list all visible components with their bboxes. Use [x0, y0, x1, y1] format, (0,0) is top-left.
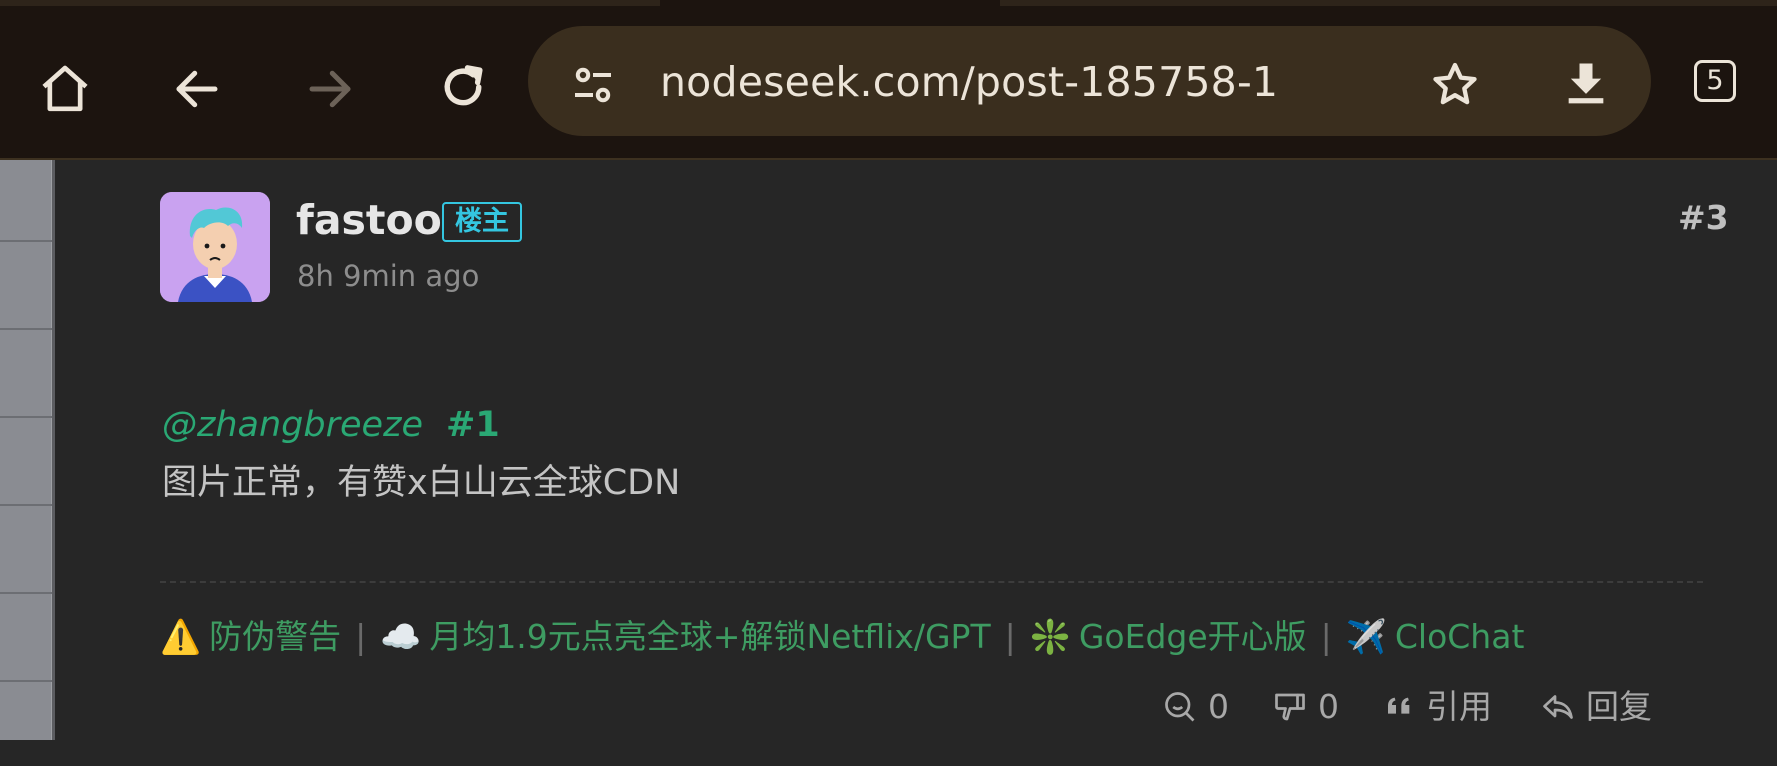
- like-button[interactable]: 0: [1162, 684, 1229, 730]
- post-time: 8h 9min ago: [297, 259, 480, 293]
- home-icon[interactable]: [34, 58, 96, 120]
- signature-separator: |: [355, 617, 367, 656]
- reload-icon[interactable]: [432, 56, 494, 118]
- download-icon[interactable]: [1555, 52, 1617, 114]
- signature-link-goedge[interactable]: GoEdge开心版: [1079, 614, 1307, 660]
- post-content: 图片正常，有赞x白山云全球CDN: [162, 463, 681, 503]
- back-icon[interactable]: [166, 58, 228, 120]
- quote-button[interactable]: 引用: [1384, 684, 1492, 730]
- signature-divider: [160, 581, 1703, 583]
- quote-label: 引用: [1426, 687, 1492, 726]
- quote-icon: [1388, 697, 1410, 714]
- tab-strip-edge: [0, 0, 660, 6]
- bookmark-star-icon[interactable]: [1424, 54, 1486, 116]
- signature-bar: ⚠️ 防伪警告 | ☁️ 月均1.9元点亮全球+解锁Netflix/GPT | …: [160, 614, 1524, 660]
- mention-floor-link[interactable]: #1: [446, 402, 500, 448]
- dislike-button[interactable]: 0: [1272, 684, 1339, 730]
- forward-icon[interactable]: [299, 58, 361, 120]
- url-text[interactable]: nodeseek.com/post-185758-1: [660, 54, 1278, 110]
- sparkle-icon: ❇️: [1029, 617, 1071, 656]
- post-author[interactable]: fastoo: [296, 192, 442, 248]
- avatar[interactable]: [160, 192, 270, 302]
- dislike-icon: [1275, 693, 1305, 721]
- floor-number[interactable]: #3: [1678, 198, 1729, 238]
- op-badge: 楼主: [442, 202, 522, 242]
- warning-icon: ⚠️: [160, 617, 202, 656]
- signature-link-clochat[interactable]: CloChat: [1395, 614, 1525, 660]
- like-icon: [1165, 692, 1195, 722]
- dislike-count: 0: [1318, 687, 1339, 726]
- tab-count-icon[interactable]: 5: [1694, 60, 1736, 102]
- mention-link[interactable]: @zhangbreeze: [162, 402, 423, 448]
- cloud-icon: ☁️: [380, 617, 422, 656]
- signature-separator: |: [1004, 617, 1016, 656]
- signature-link-cdn-offer[interactable]: 月均1.9元点亮全球+解锁Netflix/GPT: [429, 614, 990, 660]
- airplane-icon: ✈️: [1345, 617, 1387, 656]
- signature-separator: |: [1320, 617, 1332, 656]
- left-sidebar-strip: [0, 160, 55, 740]
- tab-strip-edge: [1000, 0, 1777, 6]
- signature-link-anti-fraud[interactable]: 防伪警告: [209, 614, 341, 660]
- reply-label: 回复: [1586, 687, 1652, 726]
- browser-toolbar: nodeseek.com/post-185758-1 5: [0, 0, 1777, 160]
- reply-icon: [1543, 695, 1573, 719]
- site-settings-icon[interactable]: [565, 57, 621, 113]
- reply-button[interactable]: 回复: [1540, 684, 1652, 730]
- like-count: 0: [1208, 687, 1229, 726]
